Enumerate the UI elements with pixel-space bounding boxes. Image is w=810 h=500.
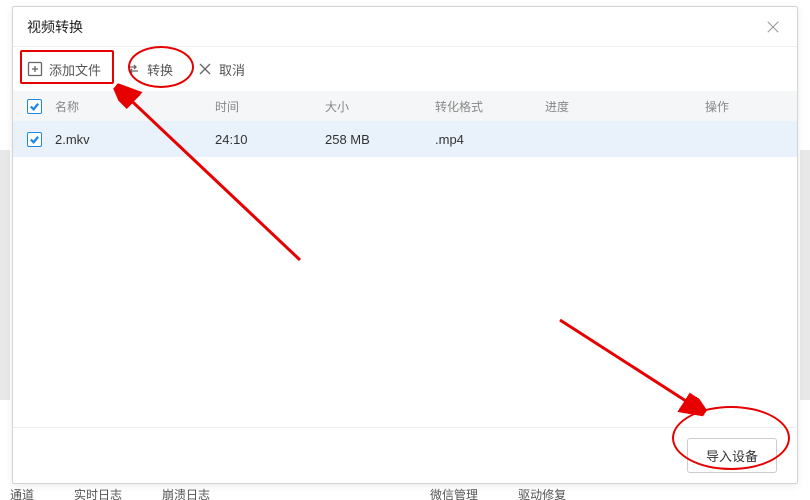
add-file-button[interactable]: 添加文件 [27, 60, 101, 79]
cancel-icon [197, 61, 213, 77]
header-action: 操作 [705, 98, 783, 115]
close-button[interactable] [763, 17, 783, 37]
toolbar: 添加文件 转换 取消 [13, 47, 797, 91]
plus-square-icon [27, 61, 43, 77]
background-footer-labels: 通道 实时日志 崩溃日志 微信管理 驱动修复 [0, 486, 810, 500]
header-progress: 进度 [545, 98, 705, 115]
check-icon [29, 101, 40, 112]
cancel-button[interactable]: 取消 [197, 60, 245, 79]
close-icon [766, 20, 780, 34]
dialog-title: 视频转换 [27, 17, 83, 37]
cell-time: 24:10 [215, 132, 325, 147]
cell-name: 2.mkv [55, 132, 215, 147]
convert-button[interactable]: 转换 [125, 60, 173, 79]
header-time: 时间 [215, 98, 325, 115]
video-convert-dialog: 视频转换 添加文件 转换 取消 [12, 6, 798, 484]
convert-icon [125, 61, 141, 77]
dialog-footer: 导入设备 [13, 427, 797, 483]
table-body: 2.mkv 24:10 258 MB .mp4 [13, 121, 797, 427]
add-file-label: 添加文件 [49, 60, 101, 79]
cell-size: 258 MB [325, 132, 435, 147]
title-bar: 视频转换 [13, 7, 797, 47]
check-icon [29, 134, 40, 145]
convert-label: 转换 [147, 60, 173, 79]
header-size: 大小 [325, 98, 435, 115]
select-all-checkbox[interactable] [27, 99, 42, 114]
table-row[interactable]: 2.mkv 24:10 258 MB .mp4 [13, 121, 797, 157]
cell-format: .mp4 [435, 132, 545, 147]
header-format: 转化格式 [435, 98, 545, 115]
table-header: 名称 时间 大小 转化格式 进度 操作 [13, 91, 797, 121]
import-device-button[interactable]: 导入设备 [687, 438, 777, 473]
header-name: 名称 [55, 98, 215, 115]
row-checkbox[interactable] [27, 132, 42, 147]
cancel-label: 取消 [219, 60, 245, 79]
